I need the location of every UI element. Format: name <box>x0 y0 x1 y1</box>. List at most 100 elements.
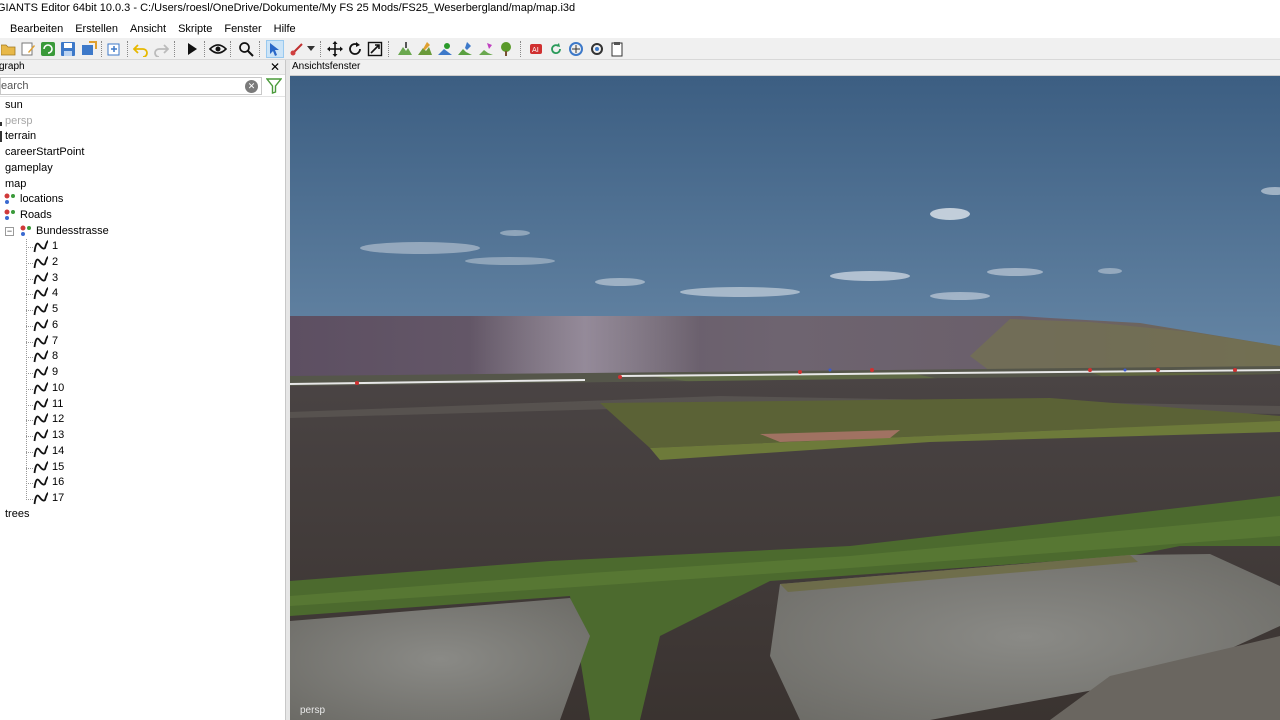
tree-node-spline-6[interactable]: 6 <box>0 318 285 333</box>
spline-icon <box>33 381 49 396</box>
spline-icon <box>33 302 49 317</box>
select-tool-icon[interactable] <box>266 40 284 58</box>
spline-icon <box>33 255 49 270</box>
transform-group-icon <box>4 209 16 221</box>
tree-node-spline-11[interactable]: 11 <box>0 397 285 412</box>
spline-icon <box>33 397 49 412</box>
close-icon[interactable]: ✕ <box>270 60 280 74</box>
transform-group-icon <box>4 193 16 205</box>
tree-node-career-start-point[interactable]: careerStartPoint <box>0 145 285 160</box>
node-label: trees <box>5 508 30 520</box>
tree-node-spline-3[interactable]: 3 <box>0 271 285 286</box>
filter-icon[interactable] <box>265 78 283 94</box>
tree-node-spline-9[interactable]: 9 <box>0 365 285 380</box>
rotate-icon[interactable] <box>346 40 364 58</box>
node-label: Bundesstrasse <box>36 225 109 237</box>
3d-scene[interactable] <box>290 76 1280 720</box>
export-icon[interactable] <box>80 40 98 58</box>
menu-ansicht[interactable]: Ansicht <box>130 23 166 35</box>
spline-icon <box>33 460 49 475</box>
camera-label: persp <box>300 705 326 716</box>
tree-node-roads[interactable]: Roads <box>0 208 285 223</box>
tree-node-spline-15[interactable]: 15 <box>0 460 285 475</box>
node-label: 3 <box>52 271 59 284</box>
tree-node-gameplay[interactable]: gameplay <box>0 161 285 176</box>
tree-node-persp[interactable]: persp <box>0 114 285 129</box>
tree-node-terrain[interactable]: terrain <box>0 129 285 144</box>
node-label: gameplay <box>5 162 53 174</box>
node-label: 6 <box>52 318 59 331</box>
chevron-down-icon[interactable] <box>305 40 317 58</box>
foliage-paint-icon[interactable] <box>436 40 454 58</box>
tree-node-spline-7[interactable]: 7 <box>0 334 285 349</box>
node-label: 2 <box>52 255 59 268</box>
tree-node-spline-14[interactable]: 14 <box>0 444 285 459</box>
tree-node-spline-13[interactable]: 13 <box>0 428 285 443</box>
clear-search-icon[interactable]: ✕ <box>245 80 258 93</box>
scale-icon[interactable] <box>366 40 384 58</box>
menu-skripte[interactable]: Skripte <box>178 23 212 35</box>
node-label: 9 <box>52 366 59 378</box>
settings-tool-icon[interactable] <box>588 40 606 58</box>
tree-node-spline-17[interactable]: 17 <box>0 491 285 506</box>
menu-hilfe[interactable]: Hilfe <box>274 23 296 35</box>
tree-node-spline-1[interactable]: 1 <box>0 239 285 254</box>
node-label: 13 <box>52 429 65 441</box>
undo-icon[interactable] <box>132 40 150 58</box>
search-row: ✕ <box>0 75 285 97</box>
tree-node-spline-16[interactable]: 16 <box>0 475 285 490</box>
node-label: 14 <box>52 444 65 457</box>
search-input[interactable] <box>0 77 262 95</box>
eye-icon[interactable] <box>209 40 227 58</box>
node-label: 1 <box>52 240 59 252</box>
tree-node-spline-10[interactable]: 10 <box>0 381 285 396</box>
tree-node-spline-12[interactable]: 12 <box>0 412 285 427</box>
spline-icon <box>33 475 49 490</box>
viewport-title: Ansichtsfenster <box>292 61 361 72</box>
water-paint-icon[interactable] <box>456 40 474 58</box>
collapse-icon[interactable]: − <box>5 227 14 236</box>
node-label: 5 <box>52 303 59 315</box>
tree-node-spline-4[interactable]: 4 <box>0 286 285 301</box>
spline-icon <box>33 334 49 349</box>
terrain-sculpt-icon[interactable] <box>396 40 414 58</box>
title-bar: GIANTS Editor 64bit 10.0.3 - C:/Users/ro… <box>0 0 1280 19</box>
menu-bearbeiten[interactable]: Bearbeiten <box>10 23 63 35</box>
refresh-icon[interactable] <box>547 40 565 58</box>
tree-node-spline-5[interactable]: 5 <box>0 302 285 317</box>
navmesh-icon[interactable] <box>567 40 585 58</box>
spline-icon <box>33 491 49 506</box>
spline-icon <box>33 239 49 254</box>
spline-icon <box>33 412 49 427</box>
tree-node-spline-8[interactable]: 8 <box>0 349 285 364</box>
tree-paint-icon[interactable] <box>497 40 515 58</box>
move-icon[interactable] <box>326 40 344 58</box>
menu-fenster[interactable]: Fenster <box>224 23 261 35</box>
spline-icon <box>33 286 49 301</box>
viewport-header: Ansichtsfenster <box>290 60 1280 76</box>
node-marker <box>0 122 2 126</box>
tree-node-locations[interactable]: locations <box>0 192 285 207</box>
decal-paint-icon[interactable] <box>477 40 495 58</box>
spline-icon <box>33 428 49 443</box>
terrain-paint-icon[interactable] <box>416 40 434 58</box>
tree-node-trees[interactable]: trees <box>0 507 285 522</box>
import-icon[interactable] <box>105 40 123 58</box>
edit-file-icon[interactable] <box>19 40 37 58</box>
clipboard-icon[interactable] <box>608 40 626 58</box>
tree-node-spline-2[interactable]: 2 <box>0 255 285 270</box>
tree-node-map[interactable]: map <box>0 177 285 192</box>
reload-icon[interactable] <box>39 40 57 58</box>
search-icon[interactable] <box>237 40 255 58</box>
node-label: 12 <box>52 413 65 426</box>
save-icon[interactable] <box>59 40 77 58</box>
paint-tool-icon[interactable] <box>288 40 306 58</box>
tree-node-bundesstrasse[interactable]: − Bundesstrasse <box>0 224 285 239</box>
play-icon[interactable] <box>183 40 201 58</box>
open-folder-icon[interactable] <box>0 40 18 58</box>
tree-node-sun[interactable]: sun <box>0 98 285 113</box>
menu-erstellen[interactable]: Erstellen <box>75 23 118 35</box>
ai-tool-icon[interactable]: AI <box>527 40 545 58</box>
redo-icon[interactable] <box>152 40 170 58</box>
scenegraph-header: graph ✕ <box>0 60 285 75</box>
